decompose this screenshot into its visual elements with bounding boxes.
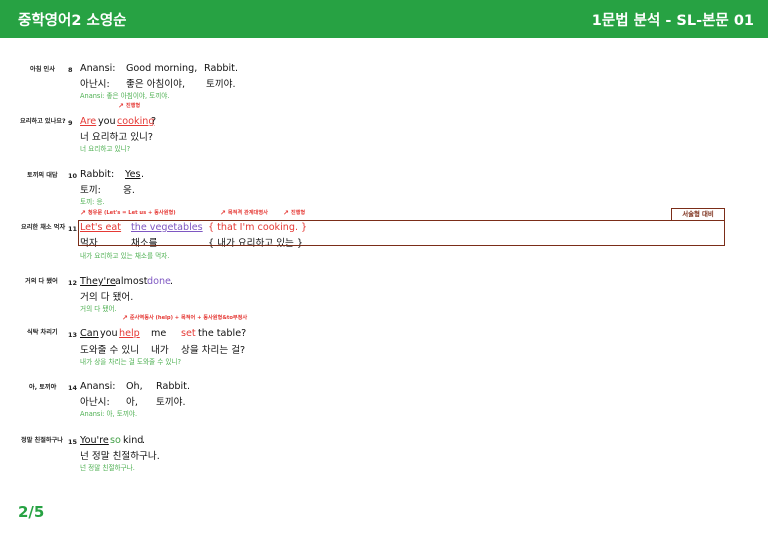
speaker: Anansi: [80, 381, 116, 392]
phrase: Rabbit. [204, 63, 238, 74]
grammar-note: ↗ 진행형 [283, 209, 306, 217]
verb-ing: cooking [117, 116, 155, 127]
sentence-number: 10 [68, 172, 78, 180]
phrase: Good morning, [126, 63, 198, 74]
grammar-note: ↗ 준사역동사 (help) + 목적어 + 동사원형&to부정사 [122, 314, 248, 322]
korean-line: 아난시: 좋은 아침이야, 토끼야. [80, 76, 380, 90]
translation: 토끼: 응. [80, 198, 105, 206]
sentence-number: 14 [68, 384, 78, 392]
interjection: Oh, [126, 381, 143, 392]
punct: . [142, 435, 146, 446]
subject: you [98, 116, 116, 127]
subject-verb: You're [80, 435, 109, 446]
korean-line: 너 요리하고 있니? [80, 132, 153, 143]
answer-kor: 응. [123, 185, 135, 196]
punct: . [141, 169, 145, 180]
arrow-icon: ↗ [80, 209, 86, 217]
subject-verb: They're [80, 276, 116, 287]
grammar-note: ↗ 목적격 관계대명사 [220, 209, 268, 217]
sentence-number: 12 [68, 279, 78, 287]
complement: kind [123, 435, 144, 446]
korean-line: 거의 다 됐어. [80, 292, 134, 303]
english-line: Anansi: Oh, Rabbit. [80, 381, 380, 393]
phrase-kor: 좋은 아침이야, [126, 79, 186, 90]
verb-be: Are [80, 116, 97, 127]
book-title: 중학영어2 소영순 [18, 13, 127, 29]
complement: done [147, 276, 171, 287]
english-line: Are you cooking ? [80, 116, 380, 128]
translation: 내가 상을 차리는 걸 도와줄 수 있니? [80, 358, 182, 366]
korean-line: 도와줄 수 있니 내가 상을 차리는 걸? [80, 342, 380, 356]
adverb: almost [115, 276, 148, 287]
base-verb: set [181, 328, 196, 339]
speaker-kor: 토끼: [80, 185, 101, 196]
arrow-icon: ↗ [118, 102, 124, 110]
translation: Anansi: 아, 토끼야. [80, 410, 138, 418]
arrow-icon: ↗ [220, 209, 226, 217]
header-bar: 중학영어2 소영순 1문법 분석 - SL-본문 01 [0, 0, 768, 38]
sentence-number: 13 [68, 331, 78, 339]
speaker: Anansi: [80, 63, 116, 74]
translation: 너 요리하고 있니? [80, 145, 131, 153]
english-line: Can you help me set the table? [80, 328, 380, 340]
grammar-note: ↗ 진행형 [118, 102, 141, 110]
sentence-label: 아, 토끼야 [29, 384, 57, 391]
sentence-label: 아침 인사 [30, 66, 55, 73]
translation: Anansi: 좋은 아침이야, 토끼야. [80, 92, 170, 100]
sentence-label: 식탁 차리기 [27, 329, 58, 336]
page-number: 2/5 [18, 503, 45, 521]
interjection-kor: 아, [126, 397, 138, 408]
vocative-kor: 토끼야. [156, 397, 186, 408]
object-np: the table? [198, 328, 247, 339]
sentence-label: 토끼의 대답 [27, 172, 58, 179]
punct: ? [151, 116, 157, 127]
clause-kor: 상을 차리는 걸? [181, 345, 246, 356]
sentence-label: 정말 친절하구나 [21, 437, 64, 444]
speaker: Rabbit: [80, 169, 115, 180]
sentence-number: 8 [68, 66, 73, 74]
phrase-kor: 토끼야. [206, 79, 236, 90]
sentence-number: 11 [68, 225, 78, 233]
exam-tag: 서술형 대비 [671, 208, 725, 221]
subject: you [100, 328, 118, 339]
answer: Yes [125, 169, 141, 180]
causative-verb: help [119, 328, 140, 339]
object: me [151, 328, 167, 339]
korean-line: 토끼: 응. [80, 182, 380, 196]
highlight-box [78, 220, 725, 246]
english-line: Anansi: Good morning, Rabbit. [80, 63, 380, 75]
sentence-number: 15 [68, 438, 78, 446]
modal: Can [80, 328, 99, 339]
translation: 거의 다 됐어. [80, 305, 117, 313]
verb-kor: 도와줄 수 있니 [80, 345, 140, 356]
punct: . [170, 276, 174, 287]
arrow-icon: ↗ [122, 314, 128, 322]
speaker-kor: 아난시: [80, 79, 110, 90]
sentence-number: 9 [68, 119, 73, 127]
arrow-icon: ↗ [283, 209, 289, 217]
sentence-label: 요리한 채소 먹자 [21, 224, 66, 231]
speaker-kor: 아난시: [80, 397, 110, 408]
english-line: You're so kind . [80, 435, 380, 447]
grammar-note: ↗ 청유문 (Let's = Let us + 동사원형) [80, 209, 176, 217]
translation: 내가 요리하고 있는 채소를 먹자. [80, 252, 170, 260]
english-line: Rabbit: Yes . [80, 169, 380, 181]
object-kor: 내가 [151, 345, 169, 356]
translation: 넌 정말 친절하구나. [80, 464, 135, 472]
adverb: so [110, 435, 121, 446]
korean-line: 아난시: 아, 토끼야. [80, 394, 380, 408]
sentence-label: 거의 다 됐어 [25, 278, 58, 285]
sentence-label: 요리하고 있나요? [20, 118, 66, 125]
english-line: They're almost done . [80, 276, 380, 288]
lesson-title: 1문법 분석 - SL-본문 01 [591, 13, 754, 29]
vocative: Rabbit. [156, 381, 190, 392]
korean-line: 넌 정말 친절하구나. [80, 451, 160, 462]
